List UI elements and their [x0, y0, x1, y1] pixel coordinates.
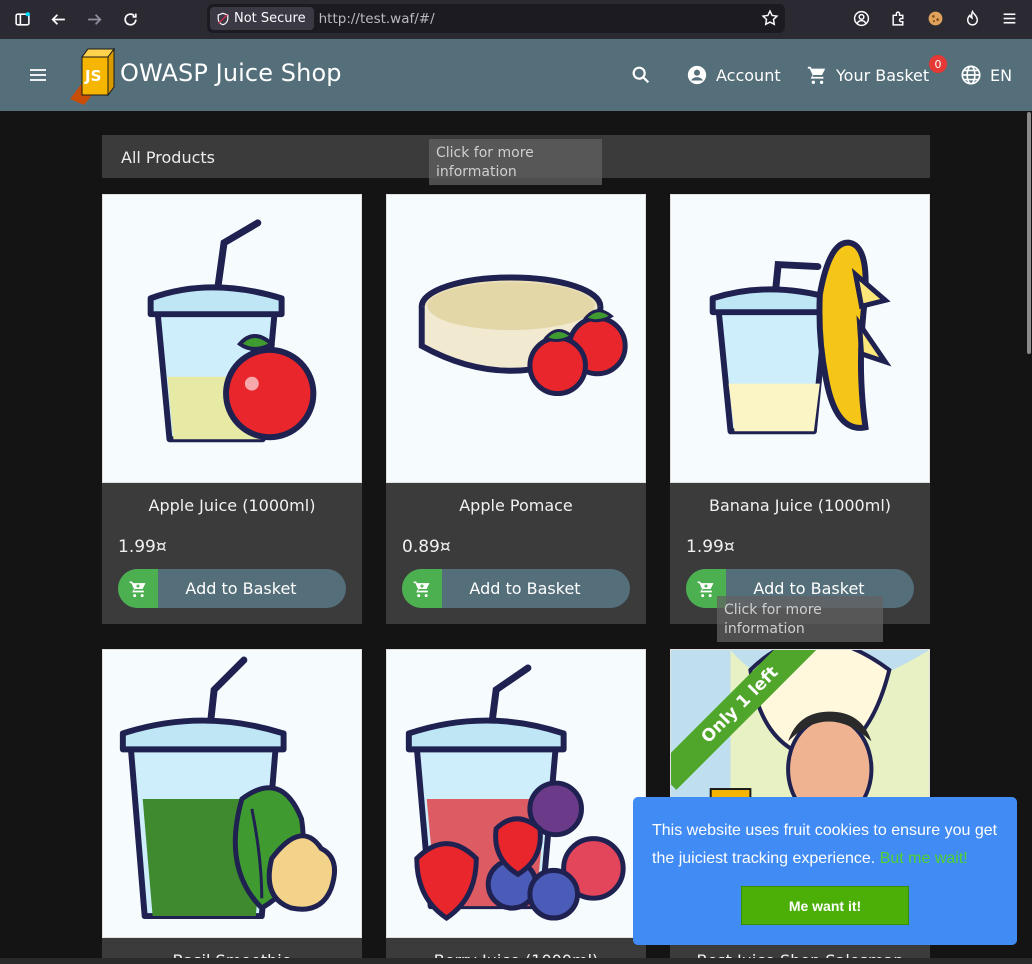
apple-juice-image: [103, 195, 361, 482]
basil-smoothie-image: [103, 650, 361, 937]
product-price: 1.99¤: [118, 537, 167, 557]
language-label: EN: [990, 65, 1013, 85]
add-to-basket-button[interactable]: Add to Basket: [402, 569, 630, 608]
fire-icon[interactable]: [954, 0, 991, 36]
banana-juice-image: [671, 195, 929, 482]
product-image[interactable]: [102, 194, 362, 483]
product-price: 0.89¤: [402, 537, 451, 557]
cookie-message: This website uses fruit cookies to ensur…: [652, 817, 1008, 873]
add-shopping-cart-icon: [413, 581, 430, 597]
cookie-accept-button[interactable]: Me want it!: [741, 886, 909, 925]
basket-button[interactable]: Your Basket: [806, 39, 929, 111]
add-shopping-cart-icon: [697, 581, 714, 597]
bottom-edge: [0, 958, 1032, 964]
account-circle-icon: [687, 65, 707, 85]
product-card[interactable]: Apple Juice (1000ml) 1.99¤ Add to Basket: [102, 194, 362, 624]
product-card[interactable]: Basil Smoothie: [102, 649, 362, 964]
basket-count-badge: 0: [929, 55, 947, 73]
product-card[interactable]: Berry Juice (1000ml): [386, 649, 646, 964]
app-toolbar: JS OWASP Juice Shop Account Your Basket …: [0, 39, 1032, 111]
extensions-icon[interactable]: [880, 0, 917, 36]
add-to-basket-label: Add to Basket: [185, 579, 297, 598]
bookmark-star-icon[interactable]: [761, 9, 779, 27]
url-text[interactable]: http://test.waf/#/: [319, 11, 435, 27]
products-title: All Products: [121, 148, 216, 167]
product-image[interactable]: [386, 649, 646, 938]
add-to-basket-label: Add to Basket: [469, 579, 581, 598]
svg-text:JS: JS: [84, 67, 101, 85]
apple-pomace-image: [387, 195, 645, 482]
account-button[interactable]: Account: [686, 39, 781, 111]
security-indicator[interactable]: Not Secure: [210, 7, 314, 30]
url-bar[interactable]: Not Secure http://test.waf/#/: [207, 4, 785, 33]
product-image[interactable]: [670, 194, 930, 483]
shield-warning-icon: [217, 12, 229, 25]
search-button[interactable]: [630, 39, 652, 111]
add-to-basket-button[interactable]: Add to Basket: [118, 569, 346, 608]
shopping-cart-icon: [807, 66, 826, 84]
product-image[interactable]: [386, 194, 646, 483]
add-shopping-cart-icon: [129, 581, 146, 597]
reload-icon[interactable]: [112, 2, 148, 38]
forward-icon[interactable]: [76, 2, 112, 38]
basket-label: Your Basket: [836, 65, 930, 85]
account-label: Account: [716, 65, 781, 85]
security-label: Not Secure: [234, 11, 306, 26]
globe-icon: [961, 65, 981, 85]
berry-juice-image: [387, 650, 645, 937]
app-title[interactable]: OWASP Juice Shop: [120, 59, 342, 87]
product-tooltip: Click for more information: [429, 139, 602, 185]
product-name[interactable]: Banana Juice (1000ml): [670, 496, 930, 515]
juice-shop-logo[interactable]: JS: [66, 47, 120, 105]
product-price: 1.99¤: [686, 537, 735, 557]
cookie-consent-banner: This website uses fruit cookies to ensur…: [633, 797, 1017, 945]
page-scrollbar[interactable]: [1027, 112, 1031, 354]
product-image[interactable]: [102, 649, 362, 938]
cookie-extension-icon[interactable]: [917, 0, 954, 36]
profile-icon[interactable]: [843, 0, 880, 36]
sidebar-toggle-icon[interactable]: [4, 2, 40, 38]
hamburger-icon: [30, 69, 46, 81]
language-button[interactable]: EN: [960, 39, 1012, 111]
product-card[interactable]: Apple Pomace 0.89¤ Add to Basket: [386, 194, 646, 624]
browser-toolbar: Not Secure http://test.waf/#/: [0, 0, 1032, 39]
cookie-learn-more-link[interactable]: But me wait!: [880, 850, 968, 867]
sidenav-menu-button[interactable]: [22, 63, 54, 87]
product-name[interactable]: Apple Pomace: [386, 496, 646, 515]
product-card[interactable]: Banana Juice (1000ml) 1.99¤ Add to Baske…: [670, 194, 930, 624]
back-icon[interactable]: [40, 2, 76, 38]
app-menu-icon[interactable]: [991, 0, 1028, 36]
product-name[interactable]: Apple Juice (1000ml): [102, 496, 362, 515]
search-icon: [632, 66, 650, 84]
product-tooltip: Click for more information: [717, 596, 883, 642]
